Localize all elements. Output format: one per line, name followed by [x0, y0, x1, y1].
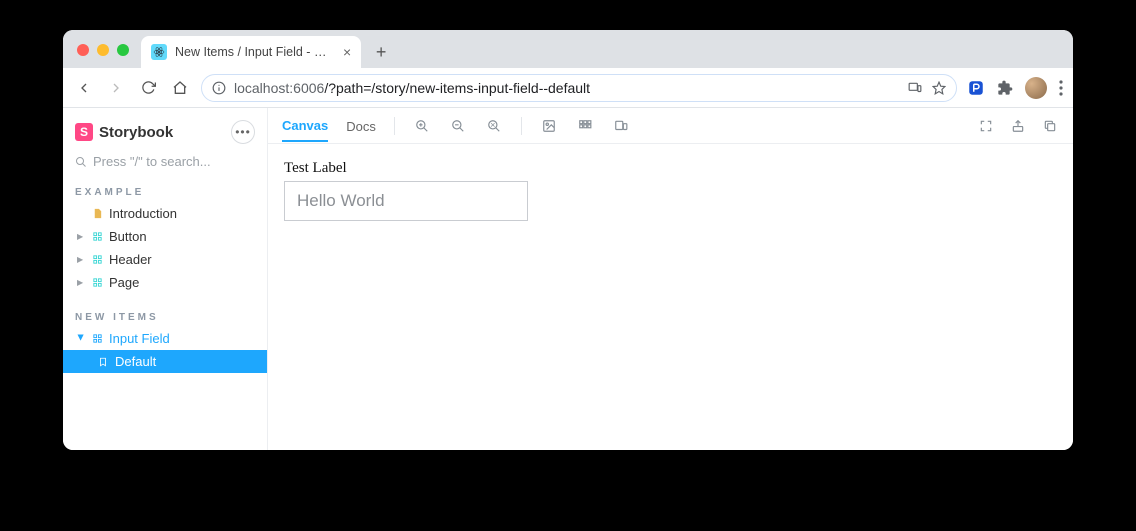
device-icon[interactable] [908, 81, 922, 95]
zoom-in-icon[interactable] [413, 117, 431, 135]
url-host: localhost [234, 80, 289, 96]
toolbar: Canvas Docs [268, 108, 1073, 144]
window-close[interactable] [77, 44, 89, 56]
sidebar-menu-button[interactable]: ••• [231, 120, 255, 144]
forward-button[interactable] [105, 77, 127, 99]
browser-tab[interactable]: New Items / Input Field - Defau × [141, 36, 361, 68]
story-input[interactable] [284, 181, 528, 221]
addr-right [908, 81, 946, 95]
sidebar: S Storybook ••• Press "/" to search... E… [63, 108, 268, 450]
nav-label: Header [109, 252, 152, 267]
separator [394, 117, 395, 135]
nav-label: Page [109, 275, 139, 290]
extension-icon-1[interactable] [967, 79, 985, 97]
sidebar-item-introduction[interactable]: Introduction [63, 202, 267, 225]
caret-icon: ▶ [77, 278, 85, 287]
back-button[interactable] [73, 77, 95, 99]
browser-window: New Items / Input Field - Defau × + loca… [63, 30, 1073, 450]
tabbar: New Items / Input Field - Defau × + [63, 30, 1073, 68]
profile-avatar[interactable] [1025, 77, 1047, 99]
sidebar-item-button[interactable]: ▶ Button [63, 225, 267, 248]
grid-icon[interactable] [576, 117, 594, 135]
zoom-out-icon[interactable] [449, 117, 467, 135]
sidebar-search[interactable]: Press "/" to search... [75, 154, 255, 169]
nav-label: Input Field [109, 331, 170, 346]
search-placeholder: Press "/" to search... [93, 154, 211, 169]
logo-text: Storybook [99, 124, 173, 141]
caret-icon: ▶ [77, 255, 85, 264]
section-title-example: EXAMPLE [63, 179, 267, 202]
viewport-icon[interactable] [612, 117, 630, 135]
sidebar-header: S Storybook ••• [63, 108, 267, 154]
section-title-new-items: NEW ITEMS [63, 304, 267, 327]
sidebar-item-default[interactable]: Default [63, 350, 267, 373]
tab-docs[interactable]: Docs [346, 110, 376, 141]
component-icon [91, 333, 103, 345]
caret-icon: ▶ [77, 232, 85, 241]
storybook-app: S Storybook ••• Press "/" to search... E… [63, 108, 1073, 450]
fullscreen-icon[interactable] [977, 117, 995, 135]
story-label: Test Label [284, 160, 1057, 177]
window-zoom[interactable] [117, 44, 129, 56]
bookmark-icon [97, 356, 109, 368]
component-icon [91, 231, 103, 243]
address-bar[interactable]: localhost:6006/?path=/story/new-items-in… [201, 74, 957, 102]
nav-label: Button [109, 229, 147, 244]
sidebar-item-input-field[interactable]: ▶ Input Field [63, 327, 267, 350]
component-icon [91, 254, 103, 266]
site-info-icon[interactable] [212, 81, 226, 95]
open-isolated-icon[interactable] [1009, 117, 1027, 135]
browser-actions [967, 77, 1063, 99]
background-icon[interactable] [540, 117, 558, 135]
new-tab-button[interactable]: + [367, 38, 395, 66]
close-icon[interactable]: × [343, 44, 351, 60]
urlbar: localhost:6006/?path=/story/new-items-in… [63, 68, 1073, 108]
caret-icon: ▶ [77, 335, 86, 343]
main-panel: Canvas Docs Test Label [268, 108, 1073, 450]
nav-label: Default [115, 354, 156, 369]
document-icon [91, 208, 103, 220]
url-path: /?path=/story/new-items-input-field--def… [324, 80, 590, 96]
url-port: :6006 [289, 80, 324, 96]
zoom-reset-icon[interactable] [485, 117, 503, 135]
nav-label: Introduction [109, 206, 177, 221]
separator [521, 117, 522, 135]
url-text: localhost:6006/?path=/story/new-items-in… [234, 80, 590, 96]
tab-canvas[interactable]: Canvas [282, 109, 328, 142]
sidebar-item-page[interactable]: ▶ Page [63, 271, 267, 294]
home-button[interactable] [169, 77, 191, 99]
copy-link-icon[interactable] [1041, 117, 1059, 135]
canvas: Test Label [268, 144, 1073, 450]
storybook-logo-badge: S [75, 123, 93, 141]
reload-button[interactable] [137, 77, 159, 99]
search-icon [75, 156, 87, 168]
react-icon [151, 44, 167, 60]
component-icon [91, 277, 103, 289]
extensions-icon[interactable] [997, 80, 1013, 96]
storybook-logo[interactable]: S Storybook [75, 123, 173, 141]
sidebar-item-header[interactable]: ▶ Header [63, 248, 267, 271]
tab-title: New Items / Input Field - Defau [175, 45, 335, 59]
kebab-menu-icon[interactable] [1059, 80, 1063, 96]
bookmark-icon[interactable] [932, 81, 946, 95]
window-minimize[interactable] [97, 44, 109, 56]
toolbar-right [977, 117, 1059, 135]
window-controls [71, 44, 135, 68]
